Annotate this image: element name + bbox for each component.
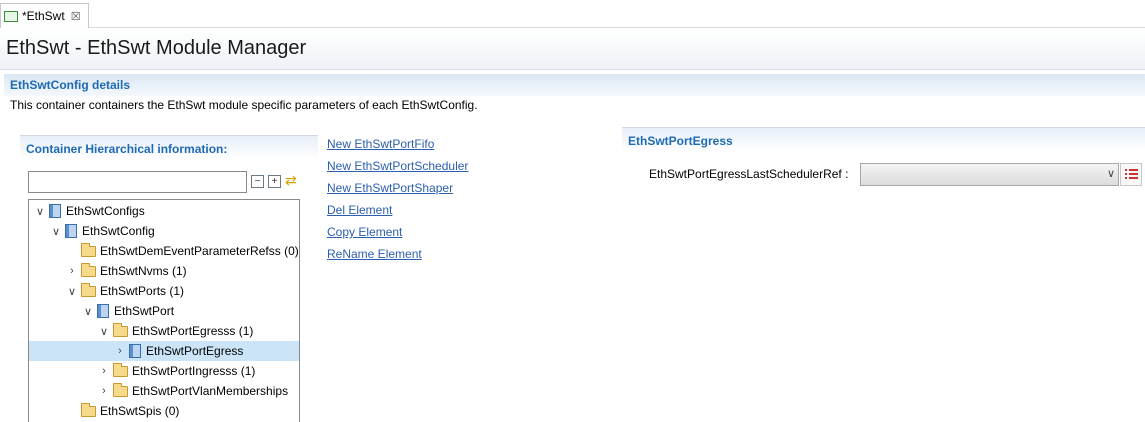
tree-item-label: EthSwtPortEgress (146, 344, 244, 358)
page-title: EthSwt - EthSwt Module Manager (6, 37, 307, 59)
chevron-down-icon[interactable]: ∨ (97, 325, 111, 338)
tree-item-portvlanmemberships[interactable]: › EthSwtPortVlanMemberships (29, 381, 299, 401)
tree-item-nvms[interactable]: › EthSwtNvms (1) (29, 261, 299, 281)
tree-item-demeventparameterrefss[interactable]: EthSwtDemEventParameterRefss (0) (29, 241, 299, 261)
new-port-fifo-link[interactable]: New EthSwtPortFifo (327, 137, 434, 151)
tree-item-label: EthSwtPorts (1) (100, 284, 185, 298)
folder-icon (81, 242, 96, 257)
new-port-shaper-link[interactable]: New EthSwtPortShaper (327, 181, 453, 195)
del-element-link[interactable]: Del Element (327, 203, 392, 217)
tree-item-label: EthSwtConfigs (66, 204, 145, 218)
reference-picker-button[interactable] (1120, 163, 1142, 186)
tree-item-label: EthSwtPortVlanMemberships (132, 384, 289, 398)
chevron-right-icon[interactable]: › (97, 365, 111, 377)
last-scheduler-ref-select[interactable]: ∨ (860, 163, 1119, 186)
details-panel-header: EthSwtPortEgress (622, 127, 1145, 151)
tree-item-label: EthSwtConfig (82, 224, 155, 238)
tree-item-label: EthSwtNvms (1) (100, 264, 187, 278)
tree-item-label: EthSwtDemEventParameterRefss (0) (100, 244, 299, 258)
folder-icon (113, 362, 128, 377)
tab-label: *EthSwt (22, 9, 65, 23)
tree-item-label: EthSwtPortEgresss (1) (132, 324, 254, 338)
tree-item-label: EthSwtSpis (0) (100, 404, 180, 418)
editor-header: EthSwt - EthSwt Module Manager (0, 28, 1145, 70)
chevron-down-icon[interactable]: ∨ (81, 305, 95, 318)
folder-icon (81, 402, 96, 417)
sync-icon[interactable]: ⇄ (285, 172, 297, 189)
chevron-right-icon[interactable]: › (97, 385, 111, 397)
section-title: EthSwtConfig details (10, 78, 130, 92)
tree-filter-input[interactable] (28, 171, 247, 193)
tree-item-portingresss[interactable]: › EthSwtPortIngresss (1) (29, 361, 299, 381)
details-panel-title: EthSwtPortEgress (628, 134, 733, 148)
new-port-scheduler-link[interactable]: New EthSwtPortScheduler (327, 159, 468, 173)
close-icon[interactable]: ☒ (71, 10, 81, 23)
folder-icon (113, 382, 128, 397)
editor-tab-ethswt[interactable]: *EthSwt ☒ (0, 3, 89, 28)
list-icon (1125, 169, 1138, 180)
folder-icon (81, 282, 96, 297)
editor-tab-strip: *EthSwt ☒ (0, 0, 1145, 28)
rename-element-link[interactable]: ReName Element (327, 247, 422, 261)
section-description: This container containers the EthSwt mod… (10, 98, 478, 112)
section-header: EthSwtConfig details (4, 74, 1145, 96)
module-icon (49, 204, 61, 218)
module-icon (97, 304, 109, 318)
tree-item-port[interactable]: ∨ EthSwtPort (29, 301, 299, 321)
folder-icon (113, 322, 128, 337)
chevron-down-icon[interactable]: ∨ (1107, 167, 1115, 180)
file-icon (4, 10, 18, 22)
hierarchy-panel-title: Container Hierarchical information: (26, 142, 228, 156)
tree-item-portegresss[interactable]: ∨ EthSwtPortEgresss (1) (29, 321, 299, 341)
collapse-all-icon[interactable]: − (251, 175, 264, 188)
tree-item-label: EthSwtPortIngresss (1) (132, 364, 256, 378)
module-icon (129, 344, 141, 358)
container-tree[interactable]: ∨ EthSwtConfigs ∨ EthSwtConfig EthSwtDem… (28, 199, 300, 422)
hierarchy-panel-header: Container Hierarchical information: (20, 135, 318, 159)
tree-item-ports[interactable]: ∨ EthSwtPorts (1) (29, 281, 299, 301)
chevron-right-icon[interactable]: › (65, 265, 79, 277)
chevron-down-icon[interactable]: ∨ (65, 285, 79, 298)
module-icon (65, 224, 77, 238)
chevron-down-icon[interactable]: ∨ (49, 225, 63, 238)
folder-icon (81, 262, 96, 277)
tree-item-portegress[interactable]: › EthSwtPortEgress (29, 341, 299, 361)
expand-all-icon[interactable]: + (268, 175, 281, 188)
tree-item-ethswtconfig[interactable]: ∨ EthSwtConfig (29, 221, 299, 241)
copy-element-link[interactable]: Copy Element (327, 225, 402, 239)
tree-item-ethswtconfigs[interactable]: ∨ EthSwtConfigs (29, 201, 299, 221)
last-scheduler-ref-label: EthSwtPortEgressLastSchedulerRef : (649, 167, 849, 181)
tree-item-label: EthSwtPort (114, 304, 175, 318)
tree-item-spis[interactable]: EthSwtSpis (0) (29, 401, 299, 421)
chevron-right-icon[interactable]: › (113, 345, 127, 357)
chevron-down-icon[interactable]: ∨ (33, 205, 47, 218)
